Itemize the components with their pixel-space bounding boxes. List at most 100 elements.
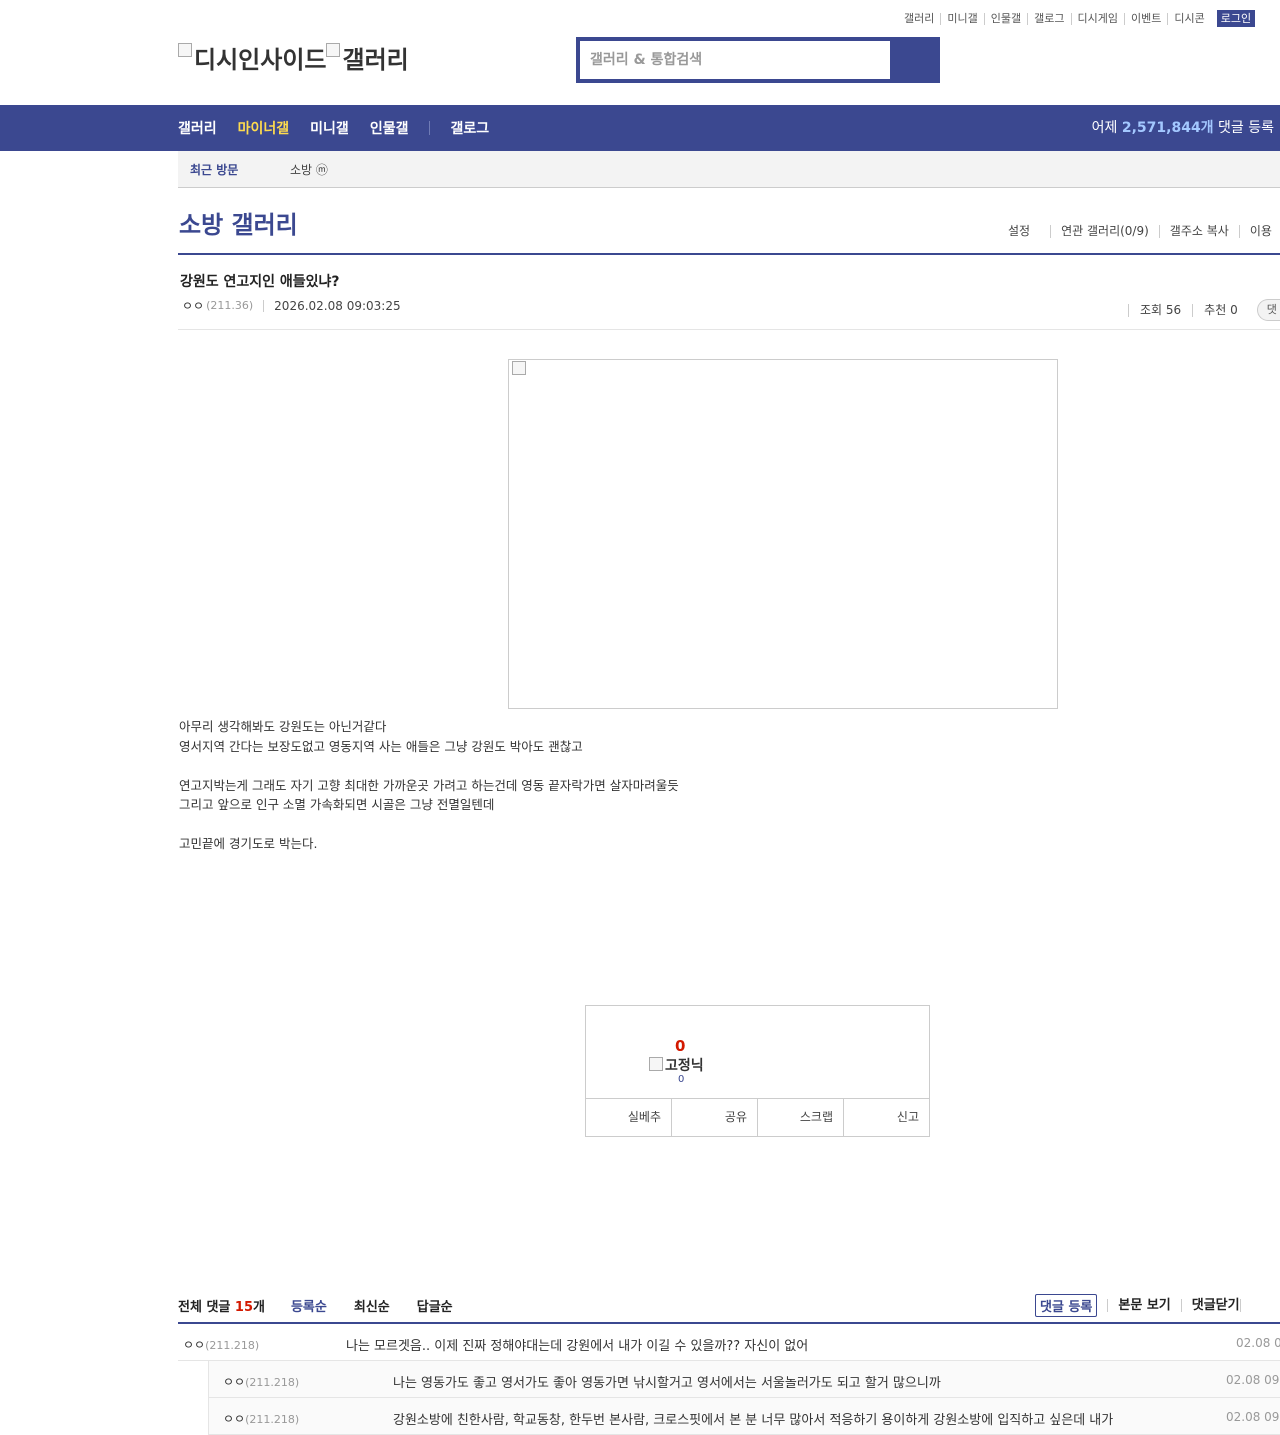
comment-date: 02.08 09:0 (1226, 1410, 1280, 1424)
comment-stat-prefix: 어제 (1091, 120, 1122, 136)
post-title: 강원도 연고지인 애들있냐? (180, 274, 340, 290)
main-nav-bar: 갤러리 마이너갤 미니갤 인물갤 갤로그 어제 2,571,844개 댓글 등록 (0, 105, 1280, 151)
top-link-dccon[interactable]: 디시콘 (1167, 12, 1210, 25)
divider (263, 299, 265, 312)
broken-image-icon (178, 43, 192, 57)
logo-site-alt: 디시인사이드 (194, 46, 327, 74)
search-input[interactable] (580, 41, 890, 79)
top-link-gallery[interactable]: 갤러리 (904, 12, 940, 25)
comment-author[interactable]: ㅇㅇ(211.218) (223, 1410, 299, 1427)
comment-text: 나는 모르겟음.. 이제 진짜 정해야대는데 강원에서 내가 이길 수 있을까?… (346, 1339, 809, 1354)
gallery-title-divider (178, 253, 1280, 255)
nav-gallog[interactable]: 갤로그 (450, 118, 489, 138)
recommend-actions: 실베추 공유 스크랩 신고 (586, 1098, 929, 1136)
top-link-dcgame[interactable]: 디시게임 (1070, 12, 1124, 25)
top-link-minigall[interactable]: 미니갤 (940, 12, 983, 25)
reply-row: ㅇㅇ(211.218) 나는 영동가도 좋고 영서가도 좋아 영동가면 낚시할거… (208, 1361, 1280, 1398)
comment-ip: (211.218) (205, 1339, 260, 1352)
sort-by-registration[interactable]: 등록순 (291, 1296, 327, 1315)
comment-total-unit: 개 (253, 1300, 265, 1315)
comment-row: ㅇㅇ(211.218) 나는 모르겟음.. 이제 진짜 정해야대는데 강원에서 … (178, 1324, 1280, 1361)
broken-image-icon (649, 1057, 663, 1071)
recent-visits-title[interactable]: 최근 방문 (190, 161, 290, 178)
comment-ip: (211.218) (245, 1376, 300, 1389)
logo-gallery-alt: 갤러리 (342, 46, 409, 74)
post-body-line: 연고지박는게 그래도 자기 고향 최대한 가까운곳 가려고 하는건데 영동 끝자… (179, 777, 679, 793)
nav-person-gallery[interactable]: 인물갤 (370, 118, 409, 138)
post-body-line (179, 815, 679, 835)
comment-jump-button[interactable]: 댓 (1256, 299, 1280, 321)
recommend-box: 0 고정닉 0 실베추 공유 스크랩 신고 (585, 1005, 930, 1137)
post-author-ip: (211.36) (206, 299, 254, 312)
share-button[interactable]: 공유 (671, 1099, 757, 1136)
gallery-title[interactable]: 소방 갤러리 (179, 205, 298, 240)
reply-row: ㅇㅇ(211.218) 강원소방에 친한사람, 학교동창, 한두번 본사람, 크… (208, 1398, 1280, 1435)
nav-minor-gallery[interactable]: 마이너갤 (238, 118, 290, 138)
comment-author[interactable]: ㅇㅇ(211.218) (223, 1373, 299, 1390)
post-body-line: 영서지역 간다는 보장도없고 영동지역 사는 애들은 그냥 강원도 박아도 괜찮… (179, 738, 583, 754)
related-gallery-link[interactable]: 연관 갤러리(0/9) (1050, 225, 1159, 238)
comment-text: 나는 영동가도 좋고 영서가도 좋아 영동가면 낚시할거고 영서에서는 서울놀러… (393, 1376, 941, 1391)
broken-image-icon (512, 361, 526, 375)
sort-by-latest[interactable]: 최신순 (354, 1296, 390, 1315)
recent-visit-item[interactable]: 소방 ⓜ (290, 161, 328, 178)
post-body-line: 아무리 생각해봐도 강원도는 아닌거같다 (179, 719, 387, 734)
report-button[interactable]: 신고 (843, 1099, 929, 1136)
comment-stat: 어제 2,571,844개 댓글 등록 (1092, 105, 1274, 151)
post-counts: 조회 56 추천 0 댓 (1128, 299, 1280, 321)
comment-ip: (211.218) (245, 1413, 300, 1426)
comment-date: 02.08 09: (1236, 1336, 1280, 1350)
silbechu-button[interactable]: 실베추 (586, 1099, 671, 1136)
comment-nick: ㅇㅇ (183, 1338, 206, 1352)
post-body: 아무리 생각해봐도 강원도는 아닌거같다 영서지역 간다는 보장도없고 영동지역… (179, 717, 679, 854)
search-box (576, 37, 940, 83)
top-utility-nav: 갤러리 미니갤 인물갤 갤로그 디시게임 이벤트 디시콘 로그인 (904, 10, 1256, 27)
post-body-line: 그리고 앞으로 인구 소멸 가속화되면 시골은 그냥 전멸일텐데 (179, 797, 495, 812)
post-body-line (179, 756, 679, 776)
post-recommend-count: 추천 0 (1192, 303, 1249, 317)
scrap-button[interactable]: 스크랩 (757, 1099, 843, 1136)
post-author-nick[interactable]: ㅇㅇ (182, 297, 204, 314)
top-link-gallog[interactable]: 갤로그 (1027, 12, 1070, 25)
comment-total-count: 15 (234, 1300, 253, 1315)
copy-gallery-url-link[interactable]: 갤주소 복사 (1158, 225, 1239, 238)
divider (1239, 1299, 1255, 1312)
nav-gallery[interactable]: 갤러리 (178, 118, 217, 138)
write-comment-button[interactable]: 댓글 등록 (1035, 1294, 1098, 1317)
gallery-usage-link[interactable]: 이용 (1238, 225, 1280, 238)
sort-by-replies[interactable]: 답글순 (417, 1296, 453, 1315)
login-button[interactable]: 로그인 (1216, 10, 1256, 27)
post-views: 조회 56 (1128, 303, 1192, 317)
comment-total: 전체 댓글 15개 (178, 1296, 265, 1315)
main-nav-menu: 갤러리 마이너갤 미니갤 인물갤 갤로그 (178, 105, 510, 151)
recent-visits-bar: 최근 방문 소방 ⓜ (178, 151, 1280, 188)
comment-text: 강원소방에 친한사람, 학교동창, 한두번 본사람, 크로스핏에서 본 분 너무… (393, 1413, 1114, 1428)
comment-author[interactable]: ㅇㅇ(211.218) (183, 1336, 259, 1353)
top-link-event[interactable]: 이벤트 (1123, 12, 1167, 25)
broken-image-icon (326, 43, 341, 57)
comments-header: 전체 댓글 15개 등록순 최신순 답글순 (178, 1296, 480, 1315)
gallery-tools: 설정 연관 갤러리(0/9) 갤주소 복사 이용 (1008, 225, 1280, 238)
post-image (508, 359, 1058, 709)
post-body-line: 고민끝에 경기도로 박는다. (179, 836, 318, 851)
site-logo[interactable]: 디시인사이드 갤러리 (178, 40, 409, 75)
fixed-nick-count: 0 (678, 1074, 685, 1085)
nav-divider (429, 121, 431, 135)
post-date: 2026.02.08 09:03:25 (274, 298, 401, 313)
post-author-info: ㅇㅇ (211.36) 2026.02.08 09:03:25 (182, 297, 401, 314)
comment-nick: ㅇㅇ (223, 1412, 246, 1426)
comments-actions: 댓글 등록 본문 보기 댓글닫기 (1035, 1294, 1255, 1317)
fixed-nick-label: 고정닉 (665, 1058, 704, 1074)
view-body-button[interactable]: 본문 보기 (1107, 1299, 1180, 1312)
comment-total-label: 전체 댓글 (178, 1300, 231, 1315)
post-header-divider (178, 329, 1280, 330)
close-comments-button[interactable]: 댓글닫기 (1180, 1299, 1240, 1312)
top-link-persongall[interactable]: 인물갤 (983, 12, 1027, 25)
comment-date: 02.08 09:0 (1226, 1373, 1280, 1387)
search-button[interactable] (896, 37, 940, 83)
gallery-settings-link[interactable]: 설정 (1008, 225, 1050, 238)
comment-nick: ㅇㅇ (223, 1375, 246, 1389)
fixed-nick-recommend-button[interactable]: 고정닉 (649, 1055, 704, 1075)
recommend-count: 0 (675, 1037, 686, 1055)
nav-mini-gallery[interactable]: 미니갤 (310, 118, 349, 138)
